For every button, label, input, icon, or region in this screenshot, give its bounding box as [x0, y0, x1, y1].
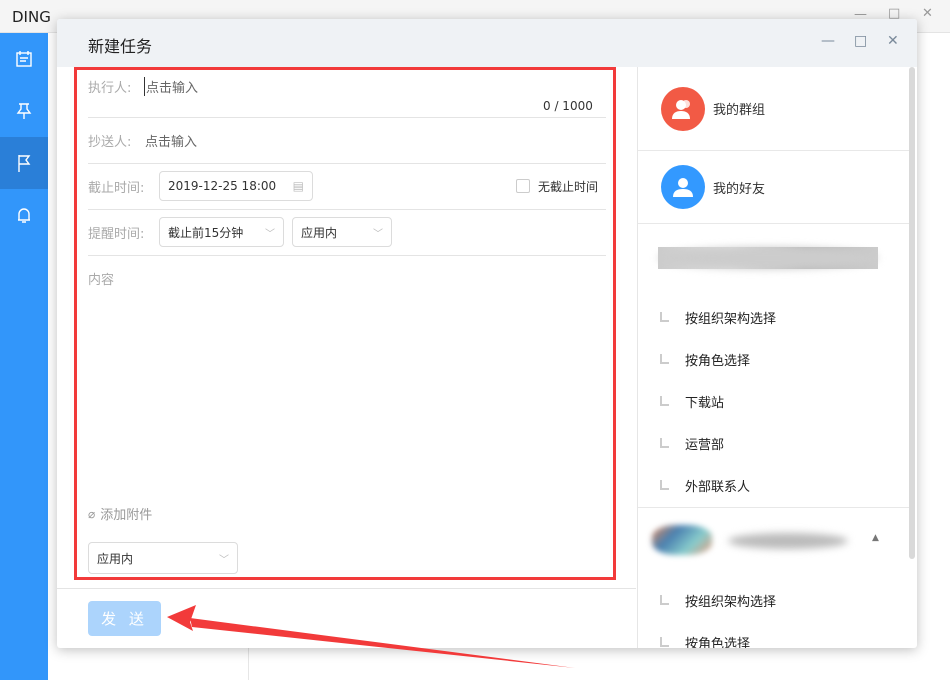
annotation-arrow [0, 0, 950, 680]
